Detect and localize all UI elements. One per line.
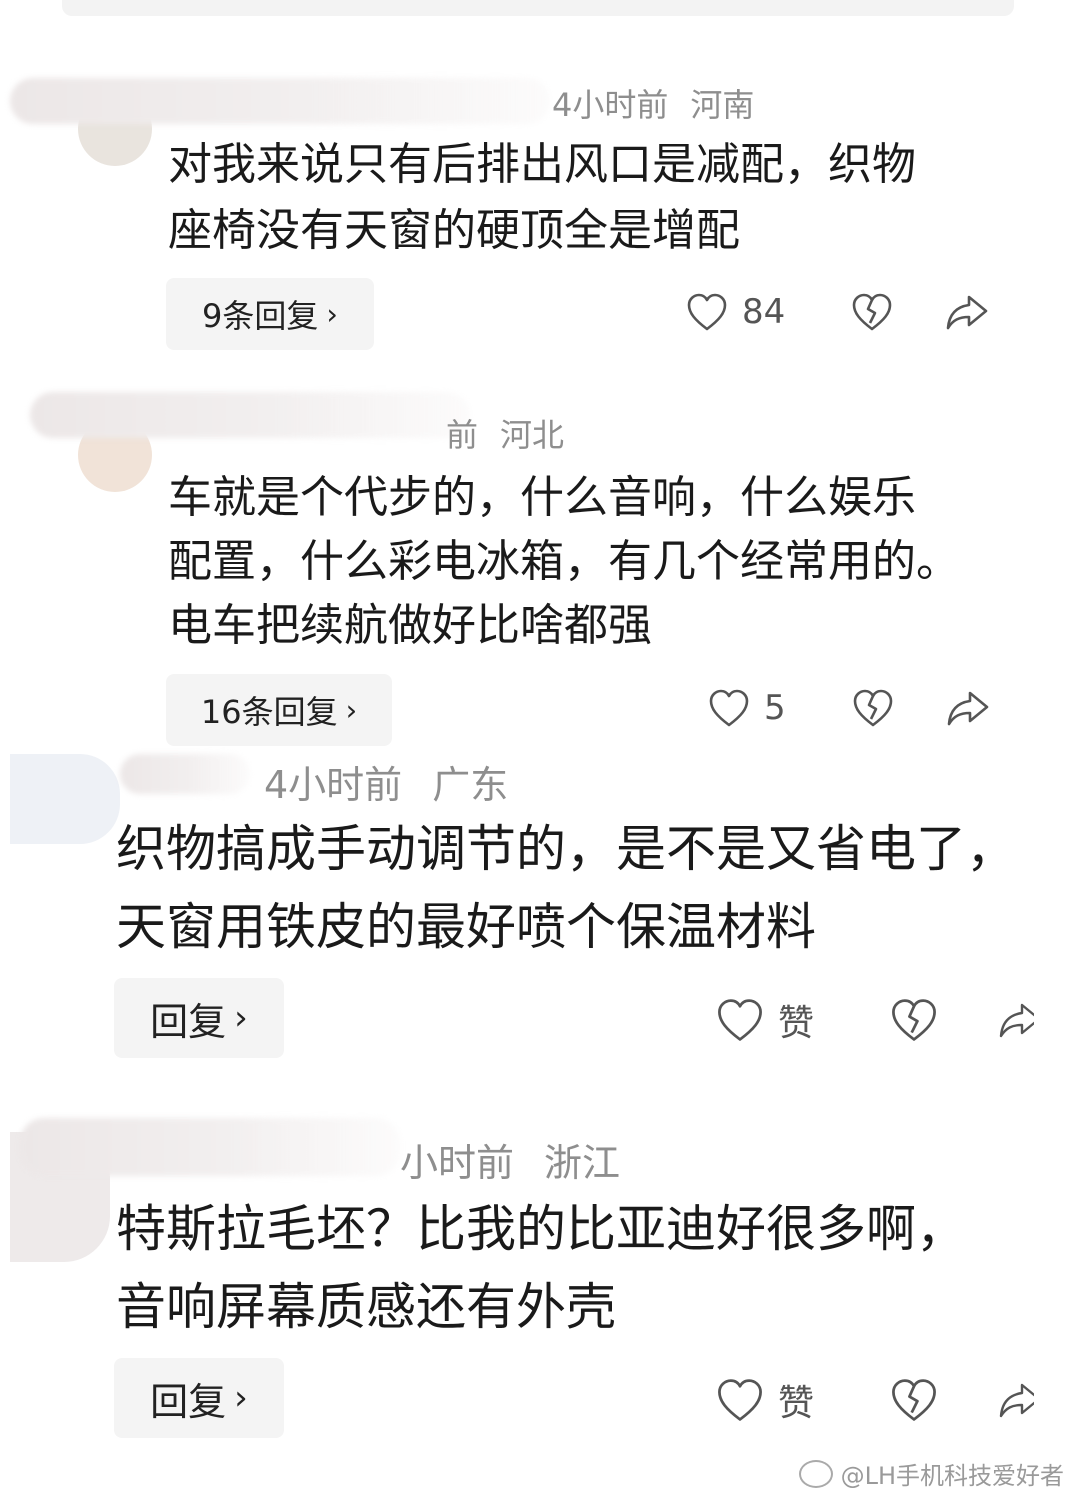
broken-heart-icon	[892, 1379, 936, 1421]
view-replies-button[interactable]: 9条回复 ›	[166, 278, 374, 350]
chevron-right-icon: ›	[326, 297, 338, 331]
comment-actions: 5	[708, 688, 990, 728]
broken-heart-icon	[853, 689, 892, 727]
heart-outline-icon	[709, 689, 749, 727]
comment-location: 河北	[500, 416, 565, 454]
chevron-right-icon: ›	[345, 693, 358, 727]
comment-line: 座椅没有天窗的硬顶全是增配	[168, 205, 740, 256]
reply-button[interactable]: 回复 ›	[114, 1358, 284, 1438]
like-count: 赞	[778, 1383, 815, 1424]
comment-actions: 84	[686, 292, 989, 332]
reply-label: 回复	[150, 1379, 227, 1424]
like-button[interactable]: 赞	[716, 1374, 814, 1426]
reply-button[interactable]: 回复 ›	[114, 978, 284, 1058]
share-button[interactable]	[946, 688, 990, 728]
like-button[interactable]: 84	[686, 292, 785, 332]
share-button[interactable]	[945, 292, 989, 332]
view-replies-button[interactable]: 16条回复 ›	[166, 674, 392, 746]
comment-meta: 4小时前 广东	[264, 754, 530, 809]
comment-text: 对我来说只有后排出风口是减配，织物 座椅没有天窗的硬顶全是增配	[168, 132, 916, 264]
username-redacted	[120, 754, 250, 794]
broken-heart-icon	[852, 293, 892, 331]
share-arrow-icon	[999, 1383, 1035, 1418]
comment-line: 天窗用铁皮的最好喷个保温材料	[116, 898, 816, 956]
comment-text: 织物搞成手动调节的，是不是又省电了， 天窗用铁皮的最好喷个保温材料	[116, 810, 1016, 966]
reply-label: 16条回复	[200, 693, 338, 731]
share-button[interactable]	[998, 1377, 1035, 1423]
watermark-text: @LH手机科技爱好者	[840, 1462, 1064, 1490]
comment-actions: 赞	[716, 1374, 1035, 1426]
heart-outline-icon	[718, 999, 762, 1041]
heart-outline-icon	[687, 293, 727, 331]
weibo-logo-icon	[798, 1459, 833, 1488]
like-count: 5	[764, 688, 786, 728]
chevron-right-icon: ›	[234, 998, 248, 1038]
comment-text: 车就是个代步的，什么音响，什么娱乐 配置，什么彩电冰箱，有几个经常用的。 电车把…	[168, 466, 960, 658]
username-redacted	[10, 78, 550, 124]
comment-location: 河南	[690, 86, 755, 124]
comment-time: 4小时前	[264, 763, 403, 807]
username-redacted	[20, 1118, 400, 1176]
dislike-button[interactable]	[890, 1377, 938, 1423]
username-redacted	[30, 392, 470, 438]
reply-label: 回复	[150, 999, 227, 1044]
comment-location: 广东	[432, 763, 509, 807]
comment-actions: 赞	[716, 994, 1035, 1046]
comment-line: 织物搞成手动调节的，是不是又省电了，	[116, 820, 1016, 878]
previous-comment-edge	[62, 0, 1014, 16]
comment-line: 电车把续航做好比啥都强	[168, 600, 652, 651]
comment-meta: 4小时前 河南	[552, 80, 776, 126]
comment-time: 前	[446, 416, 479, 454]
comment-text: 特斯拉毛坯？比我的比亚迪好很多啊， 音响屏幕质感还有外壳	[116, 1190, 966, 1346]
like-count: 84	[742, 292, 786, 332]
broken-heart-icon	[892, 999, 936, 1041]
comment-line: 配置，什么彩电冰箱，有几个经常用的。	[168, 536, 960, 587]
comment-meta: 前河北	[446, 410, 586, 456]
avatar[interactable]	[10, 754, 120, 844]
dislike-button[interactable]	[851, 292, 893, 332]
share-arrow-icon	[946, 295, 988, 330]
share-button[interactable]	[998, 997, 1035, 1043]
comment-line: 车就是个代步的，什么音响，什么娱乐	[168, 472, 916, 523]
like-button[interactable]: 5	[708, 688, 786, 728]
reply-label: 9条回复	[202, 297, 319, 335]
watermark: @LH手机科技爱好者	[798, 1456, 1064, 1491]
share-arrow-icon	[999, 1003, 1035, 1038]
like-button[interactable]: 赞	[716, 994, 814, 1046]
comment-line: 特斯拉毛坯？比我的比亚迪好很多啊，	[116, 1200, 966, 1258]
comment-meta: 小时前 浙江	[400, 1132, 642, 1187]
dislike-button[interactable]	[852, 688, 894, 728]
comment-line: 对我来说只有后排出风口是减配，织物	[168, 139, 916, 190]
like-count: 赞	[778, 1003, 815, 1044]
comment-time: 小时前	[400, 1141, 515, 1185]
heart-outline-icon	[718, 1379, 762, 1421]
chevron-right-icon: ›	[234, 1378, 248, 1418]
share-arrow-icon	[947, 691, 988, 726]
comment-line: 音响屏幕质感还有外壳	[116, 1278, 616, 1336]
dislike-button[interactable]	[890, 997, 938, 1043]
comment-location: 浙江	[544, 1141, 621, 1185]
comment-time: 4小时前	[552, 86, 669, 124]
